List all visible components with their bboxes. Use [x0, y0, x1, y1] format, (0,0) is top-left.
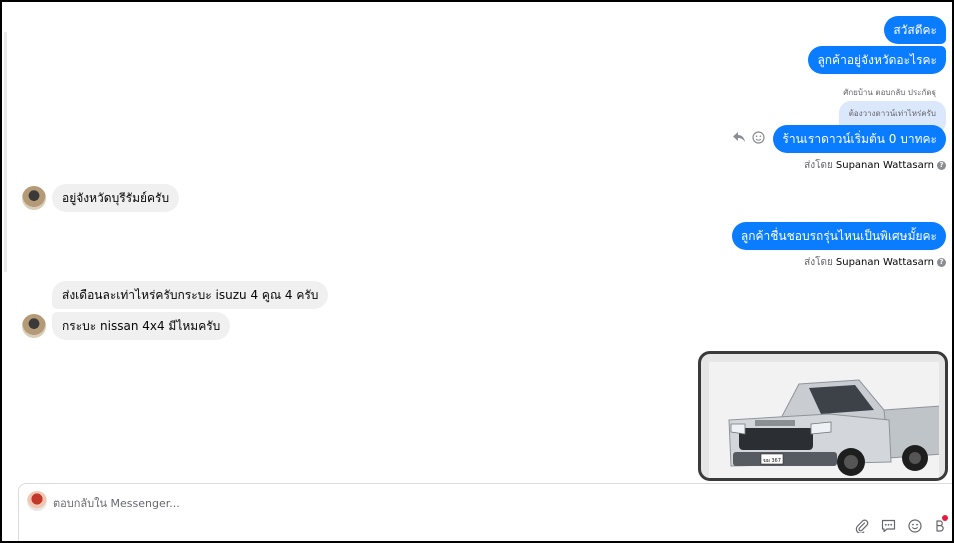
messenger-inbox-window: สวัสดีคะ ลูกค้าอยู่จังหวัดอะไรคะ ศักยบ้า… — [0, 0, 954, 543]
composer-toolbar — [855, 519, 944, 537]
reply-context-label: ศักยบ้าน ตอบกลับ ประกัดฐุ — [843, 88, 936, 97]
message-row-incoming: กระบะ nissan 4x4 มีไหมครับ — [22, 312, 231, 340]
sent-by-label: ส่งโดย Supanan Wattasarn ? — [804, 255, 946, 270]
info-icon[interactable]: ? — [937, 161, 946, 170]
more-icon[interactable] — [934, 519, 944, 537]
reply-input[interactable]: ตอบกลับใน Messenger... — [53, 494, 180, 512]
message-bubble-incoming[interactable]: กระบะ nissan 4x4 มีไหมครับ — [52, 312, 231, 340]
license-plate: ฆผ 367 — [763, 458, 781, 464]
page-avatar — [27, 491, 47, 511]
message-bubble-outgoing[interactable]: ลูกค้าชื่นชอบรถรุ่นไหนเป็นพิเศษมั้ยคะ — [731, 222, 946, 250]
emoji-icon[interactable] — [752, 130, 765, 148]
truck-photo: ฆผ 367 — [709, 362, 939, 478]
message-bubble-incoming[interactable]: ส่งเดือนละเท่าไหร่ครับกระบะ isuzu 4 คูณ … — [52, 281, 329, 309]
scroll-track[interactable] — [4, 32, 7, 272]
sender-name[interactable]: Supanan Wattasarn — [836, 160, 934, 171]
message-bubble-incoming[interactable]: อยู่จังหวัดบุรีรัมย์ครับ — [52, 184, 180, 212]
avatar-spacer — [22, 283, 46, 307]
image-attachment[interactable]: ฆผ 367 — [698, 351, 948, 481]
message-row-outgoing: สวัสดีคะ — [884, 16, 946, 44]
message-composer: ตอบกลับใน Messenger... — [18, 483, 952, 541]
message-bubble-outgoing[interactable]: ร้านเราดาวน์เริ่มต้น 0 บาทคะ — [773, 125, 946, 153]
message-bubble-outgoing[interactable]: สวัสดีคะ — [884, 16, 946, 44]
sent-by-prefix: ส่งโดย — [804, 160, 833, 171]
saved-replies-icon[interactable] — [881, 519, 896, 537]
emoji-icon[interactable] — [908, 519, 922, 537]
message-row-outgoing: ลูกค้าอยู่จังหวัดอะไรคะ — [808, 46, 946, 74]
message-row-incoming: ส่งเดือนละเท่าไหร่ครับกระบะ isuzu 4 คูณ … — [22, 281, 329, 309]
message-bubble-outgoing[interactable]: ลูกค้าอยู่จังหวัดอะไรคะ — [808, 46, 946, 74]
avatar[interactable] — [22, 314, 46, 338]
message-row-outgoing: ร้านเราดาวน์เริ่มต้น 0 บาทคะ — [732, 125, 946, 153]
reply-icon[interactable] — [732, 131, 746, 147]
sent-by-prefix: ส่งโดย — [804, 257, 833, 268]
message-row-outgoing: ลูกค้าชื่นชอบรถรุ่นไหนเป็นพิเศษมั้ยคะ — [731, 222, 946, 250]
pickup-truck-image: ฆผ 367 — [709, 362, 939, 478]
message-row-incoming: อยู่จังหวัดบุรีรัมย์ครับ — [22, 184, 180, 212]
message-actions — [732, 130, 765, 148]
avatar[interactable] — [22, 186, 46, 210]
notification-dot — [942, 515, 948, 521]
sender-name[interactable]: Supanan Wattasarn — [836, 257, 934, 268]
info-icon[interactable]: ? — [937, 258, 946, 267]
sent-by-label: ส่งโดย Supanan Wattasarn ? — [804, 158, 946, 173]
paperclip-icon[interactable] — [855, 519, 869, 537]
